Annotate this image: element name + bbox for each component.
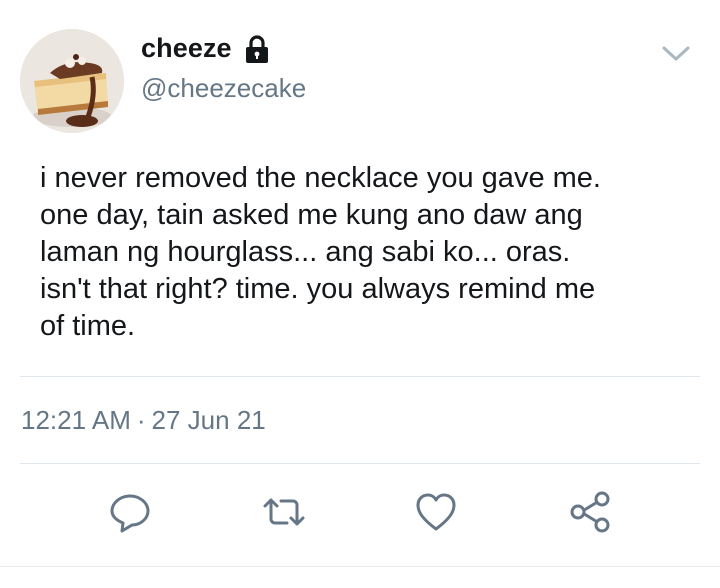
tweet-timestamp[interactable]: 12:21 AM · 27 Jun 21 — [21, 405, 266, 436]
author-name-row: cheeze — [141, 33, 270, 64]
cheesecake-avatar-image — [20, 29, 124, 133]
share-button[interactable] — [566, 490, 614, 538]
retweet-button[interactable] — [260, 490, 308, 538]
tweet-actions-bar — [0, 490, 720, 540]
meta-separator: · — [136, 405, 146, 435]
display-name[interactable]: cheeze — [141, 33, 232, 64]
reply-button[interactable] — [106, 490, 154, 538]
divider — [20, 463, 700, 464]
tweet-date: 27 Jun 21 — [151, 405, 266, 435]
heart-icon — [414, 490, 458, 539]
lock-icon — [244, 34, 270, 64]
retweet-icon — [259, 490, 309, 539]
avatar[interactable] — [20, 29, 124, 133]
like-button[interactable] — [412, 490, 460, 538]
username-handle[interactable]: @cheezecake — [141, 73, 306, 104]
tweet-time: 12:21 AM — [21, 405, 131, 435]
chevron-down-icon[interactable] — [660, 42, 692, 64]
reply-icon — [108, 490, 152, 539]
divider — [20, 376, 700, 377]
share-icon — [568, 490, 612, 539]
divider — [0, 566, 720, 567]
tweet-card: cheeze @cheezecake i never removed the n… — [0, 0, 720, 588]
tweet-text: i never removed the necklace you gave me… — [40, 162, 601, 342]
